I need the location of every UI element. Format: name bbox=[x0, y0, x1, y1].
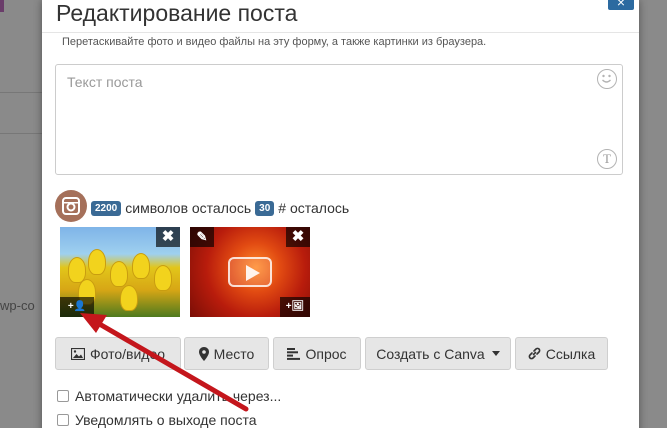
map-marker-icon bbox=[198, 346, 209, 361]
caret-down-icon bbox=[491, 351, 500, 356]
image-icon bbox=[70, 347, 85, 360]
character-counter: 2200 символов осталось 30 # осталось bbox=[91, 200, 349, 216]
background-partial-text: wp-co bbox=[0, 298, 35, 313]
edit-media-icon[interactable]: ✎ bbox=[190, 227, 214, 247]
place-button[interactable]: Место bbox=[184, 337, 269, 370]
hashtags-left-badge: 30 bbox=[255, 200, 275, 216]
background-divider bbox=[0, 133, 42, 134]
place-label: Место bbox=[213, 345, 255, 362]
modal-title: Редактирование поста bbox=[56, 0, 298, 26]
auto-delete-label: Автоматически удалить через... bbox=[75, 388, 282, 404]
tulip-shape bbox=[154, 265, 172, 291]
hashtags-left-label: # осталось bbox=[278, 200, 350, 216]
media-thumbnail-video[interactable]: ✎ ✖ +🖼 bbox=[190, 227, 310, 317]
tulip-shape bbox=[132, 253, 150, 279]
instagram-icon bbox=[55, 190, 87, 222]
background-divider bbox=[0, 92, 42, 93]
auto-delete-option[interactable]: Автоматически удалить через... bbox=[57, 388, 281, 404]
add-cover-image-icon[interactable]: +🖼 bbox=[280, 297, 310, 317]
background-accent bbox=[0, 0, 4, 12]
tulip-shape bbox=[88, 249, 106, 275]
create-with-canva-button[interactable]: Создать с Canva bbox=[365, 337, 511, 370]
canva-label: Создать с Canva bbox=[376, 345, 485, 362]
smiley-icon[interactable] bbox=[597, 69, 617, 89]
tulip-shape bbox=[120, 285, 138, 311]
poll-label: Опрос bbox=[305, 345, 347, 362]
remove-media-icon[interactable]: ✖ bbox=[286, 227, 310, 247]
poll-icon bbox=[287, 347, 301, 360]
chars-left-label: символов осталось bbox=[125, 200, 252, 216]
header-divider bbox=[42, 32, 639, 33]
photo-video-button[interactable]: Фото/видео bbox=[55, 337, 181, 370]
link-icon bbox=[528, 347, 541, 360]
notify-option[interactable]: Уведомлять о выходе поста bbox=[57, 412, 257, 428]
tulip-shape bbox=[110, 261, 128, 287]
edit-post-modal: Редактирование поста × Перетаскивайте фо… bbox=[42, 0, 639, 428]
notify-checkbox[interactable] bbox=[57, 414, 69, 426]
chars-left-badge: 2200 bbox=[91, 200, 122, 216]
link-label: Ссылка bbox=[545, 345, 596, 362]
play-icon bbox=[228, 257, 272, 287]
poll-button[interactable]: Опрос bbox=[273, 337, 361, 370]
auto-delete-checkbox[interactable] bbox=[57, 390, 69, 402]
remove-media-icon[interactable]: ✖ bbox=[156, 227, 180, 247]
link-button[interactable]: Ссылка bbox=[515, 337, 608, 370]
media-thumbnail-image[interactable]: ✖ +👤 bbox=[60, 227, 180, 317]
drop-hint: Перетаскивайте фото и видео файлы на эту… bbox=[62, 36, 487, 48]
post-text-placeholder: Текст поста bbox=[67, 74, 143, 90]
close-button[interactable]: × bbox=[608, 0, 634, 10]
post-text-input[interactable]: Текст поста T bbox=[55, 64, 623, 175]
notify-label: Уведомлять о выходе поста bbox=[75, 412, 257, 428]
tag-user-icon[interactable]: +👤 bbox=[60, 297, 94, 317]
photo-video-label: Фото/видео bbox=[89, 345, 166, 362]
text-format-icon[interactable]: T bbox=[597, 149, 617, 169]
